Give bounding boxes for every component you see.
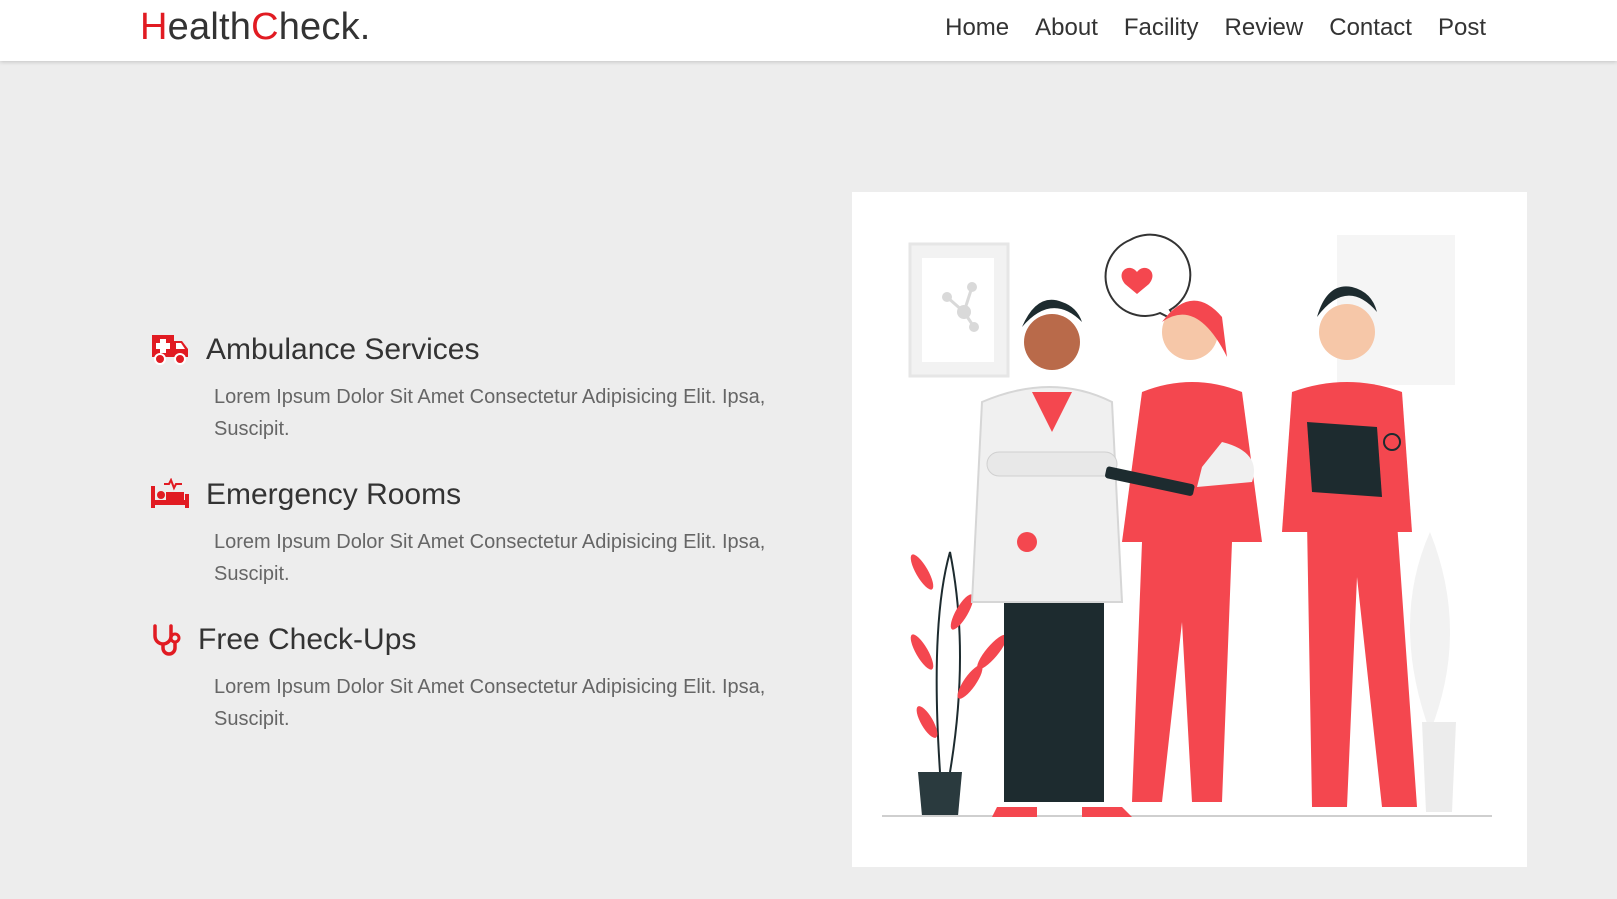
logo-part-ealth: ealth xyxy=(167,6,252,48)
navbar: HealthCheck. Home About Facility Review … xyxy=(0,0,1617,61)
feature-title: Emergency Rooms xyxy=(206,478,462,511)
medical-staff-illustration xyxy=(852,192,1527,867)
brand-logo[interactable]: HealthCheck. xyxy=(140,6,371,49)
hospital-bed-icon xyxy=(150,477,192,513)
stethoscope-icon xyxy=(150,622,184,658)
main-nav: Home About Facility Review Contact Post xyxy=(945,12,1486,44)
nav-link-post[interactable]: Post xyxy=(1438,12,1486,44)
feature-description: Lorem Ipsum Dolor Sit Amet Consectetur A… xyxy=(214,676,766,730)
ambulance-icon xyxy=(150,332,192,368)
features-list: Ambulance Services Lorem Ipsum Dolor Sit… xyxy=(150,325,830,760)
feature-title: Ambulance Services xyxy=(206,333,480,366)
feature-ambulance-services: Ambulance Services Lorem Ipsum Dolor Sit… xyxy=(150,325,830,470)
nav-link-about[interactable]: About xyxy=(1035,12,1098,44)
nav-link-review[interactable]: Review xyxy=(1225,12,1304,44)
logo-part-heck: heck. xyxy=(278,6,371,48)
feature-description: Lorem Ipsum Dolor Sit Amet Consectetur A… xyxy=(214,531,766,585)
nav-link-facility[interactable]: Facility xyxy=(1124,12,1199,44)
nav-link-contact[interactable]: Contact xyxy=(1329,12,1412,44)
feature-title: Free Check-Ups xyxy=(198,623,417,656)
nav-link-home[interactable]: Home xyxy=(945,12,1009,44)
logo-letter-h: H xyxy=(140,6,168,48)
illustration-art xyxy=(882,233,1492,817)
feature-emergency-rooms: Emergency Rooms Lorem Ipsum Dolor Sit Am… xyxy=(150,470,830,615)
feature-description: Lorem Ipsum Dolor Sit Amet Consectetur A… xyxy=(214,386,766,440)
logo-letter-c: C xyxy=(251,6,279,48)
feature-free-check-ups: Free Check-Ups Lorem Ipsum Dolor Sit Ame… xyxy=(150,615,830,760)
